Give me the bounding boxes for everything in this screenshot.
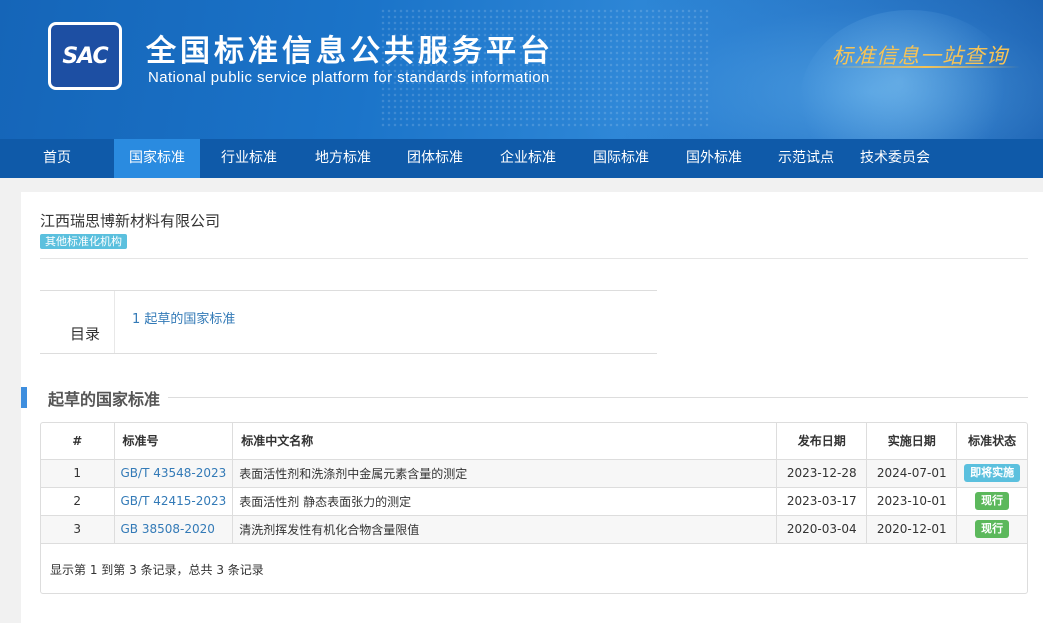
- standard-name: 表面活性剂 静态表面张力的测定: [232, 487, 778, 516]
- section-accent-bar: [21, 387, 27, 408]
- nav-item-local[interactable]: 地方标准: [298, 139, 388, 178]
- nav-item-national[interactable]: 国家标准: [114, 139, 200, 178]
- row-index: 1: [41, 459, 115, 488]
- standard-name: 表面活性剂和洗涤剂中金属元素含量的测定: [232, 459, 778, 488]
- status-cell: 即将实施: [956, 459, 1027, 488]
- nav-item-enterprise[interactable]: 企业标准: [482, 139, 574, 178]
- col-header-index[interactable]: #: [41, 423, 115, 460]
- pagination-info: 显示第 1 到第 3 条记录，总共 3 条记录: [50, 563, 264, 577]
- toc-divider: [114, 291, 115, 353]
- table-row: 3 GB 38508-2020 清洗剂挥发性有机化合物含量限值 2020-03-…: [41, 515, 1027, 544]
- status-badge: 现行: [975, 520, 1010, 538]
- site-subtitle: National public service platform for sta…: [148, 69, 550, 86]
- section-divider: [168, 397, 1028, 398]
- divider: [40, 258, 1028, 259]
- status-badge: 现行: [975, 492, 1010, 510]
- col-header-name[interactable]: 标准中文名称: [232, 423, 778, 460]
- toc-label: 目录: [70, 325, 101, 343]
- org-name: 江西瑞思博新材料有限公司: [40, 212, 221, 230]
- status-badge: 即将实施: [964, 464, 1021, 482]
- table-row: 2 GB/T 42415-2023 表面活性剂 静态表面张力的测定 2023-0…: [41, 487, 1027, 516]
- standard-name: 清洗剂挥发性有机化合物含量限值: [232, 515, 778, 544]
- table-of-contents: 目录 1 起草的国家标准: [40, 290, 657, 354]
- row-index: 3: [41, 515, 115, 544]
- nav-item-foreign[interactable]: 国外标准: [668, 139, 760, 178]
- main-nav: 首页 国家标准 行业标准 地方标准 团体标准 企业标准 国际标准 国外标准 示范…: [0, 139, 1043, 178]
- publish-date: 2020-03-04: [776, 515, 868, 544]
- col-header-code[interactable]: 标准号: [114, 423, 234, 460]
- site-title: 全国标准信息公共服务平台: [146, 34, 554, 69]
- org-type-badge: 其他标准化机构: [40, 234, 127, 249]
- table-row: 1 GB/T 43548-2023 表面活性剂和洗涤剂中金属元素含量的测定 20…: [41, 459, 1027, 488]
- nav-item-group[interactable]: 团体标准: [388, 139, 482, 178]
- implement-date: 2023-10-01: [866, 487, 958, 516]
- col-header-implement-date[interactable]: 实施日期: [866, 423, 958, 460]
- standard-code-cell: GB/T 43548-2023: [114, 459, 234, 488]
- table-header-row: # 标准号 标准中文名称 发布日期 实施日期 标准状态: [41, 423, 1027, 460]
- row-index: 2: [41, 487, 115, 516]
- standards-table: # 标准号 标准中文名称 发布日期 实施日期 标准状态 1 GB/T 43548…: [40, 422, 1028, 594]
- logo-text: SAC: [62, 43, 108, 69]
- sac-logo[interactable]: SAC: [48, 22, 122, 90]
- standard-code-link[interactable]: GB 38508-2020: [121, 522, 215, 536]
- publish-date: 2023-03-17: [776, 487, 868, 516]
- slogan-underline: [830, 66, 1020, 68]
- implement-date: 2020-12-01: [866, 515, 958, 544]
- implement-date: 2024-07-01: [866, 459, 958, 488]
- standard-code-cell: GB 38508-2020: [114, 515, 234, 544]
- standard-code-link[interactable]: GB/T 43548-2023: [121, 466, 227, 480]
- section-title: 起草的国家标准: [48, 390, 161, 409]
- toc-link-national-standards[interactable]: 1 起草的国家标准: [132, 308, 235, 327]
- col-header-status[interactable]: 标准状态: [956, 423, 1027, 460]
- standards-table-grid: # 标准号 标准中文名称 发布日期 实施日期 标准状态 1 GB/T 43548…: [41, 423, 1027, 544]
- nav-item-industry[interactable]: 行业标准: [200, 139, 298, 178]
- nav-item-committee[interactable]: 技术委员会: [852, 139, 938, 178]
- status-cell: 现行: [956, 487, 1027, 516]
- publish-date: 2023-12-28: [776, 459, 868, 488]
- nav-item-home[interactable]: 首页: [0, 139, 114, 178]
- standard-code-link[interactable]: GB/T 42415-2023: [121, 494, 227, 508]
- standard-code-cell: GB/T 42415-2023: [114, 487, 234, 516]
- header-banner: SAC 全国标准信息公共服务平台 National public service…: [0, 0, 1043, 139]
- status-cell: 现行: [956, 515, 1027, 544]
- col-header-publish-date[interactable]: 发布日期: [776, 423, 868, 460]
- nav-item-international[interactable]: 国际标准: [574, 139, 668, 178]
- nav-item-pilot[interactable]: 示范试点: [760, 139, 852, 178]
